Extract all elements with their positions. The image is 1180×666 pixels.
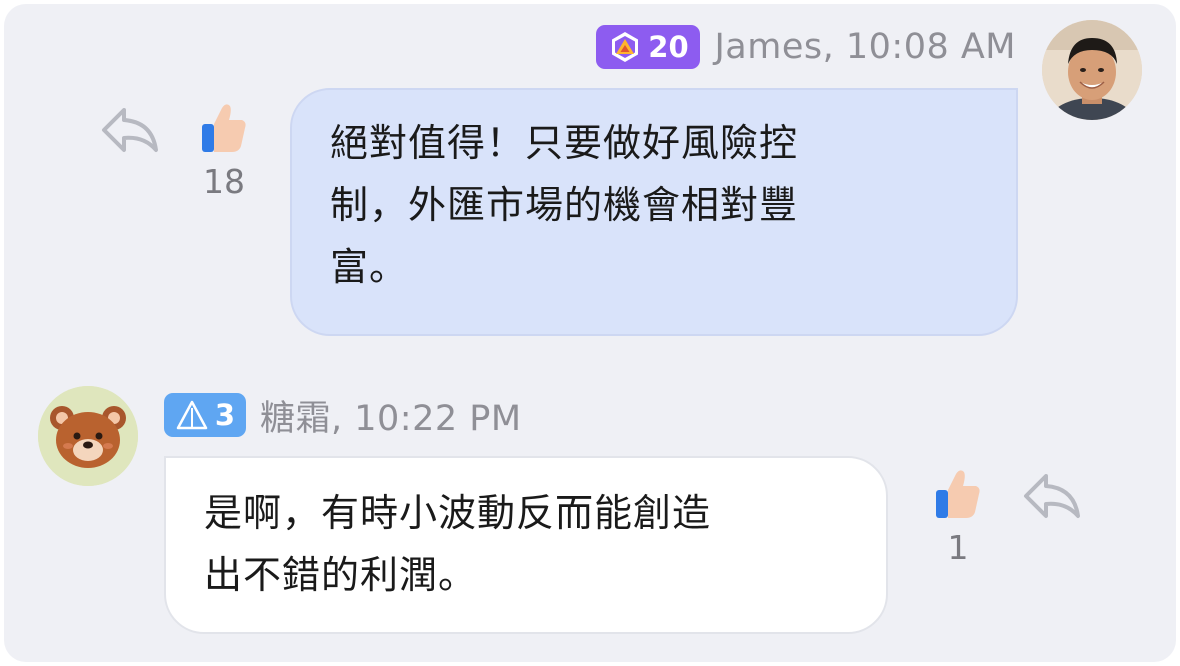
- james-avatar[interactable]: [1042, 20, 1142, 120]
- chat-panel: 20 James, 10:08 AM 18 絕對值得！只要做好風險控 制，外匯市…: [4, 4, 1176, 662]
- message-text-line: 是啊，有時小波動反而能創造: [204, 491, 712, 535]
- level-badge[interactable]: 20: [596, 25, 701, 69]
- hexagon-triangle-icon: [608, 30, 642, 64]
- like-reaction[interactable]: 1: [928, 468, 988, 567]
- james-message-header: 20 James, 10:08 AM: [596, 24, 1016, 70]
- triangle-icon: [175, 398, 209, 432]
- tangshuang-avatar[interactable]: [38, 386, 138, 486]
- message-text-line: 出不錯的利潤。: [204, 553, 478, 597]
- like-count: 18: [203, 162, 245, 201]
- like-reaction[interactable]: 18: [194, 102, 254, 201]
- sender-name-time: 糖霜, 10:22 PM: [260, 398, 522, 439]
- message-bubble[interactable]: 是啊，有時小波動反而能創造 出不錯的利潤。: [164, 456, 888, 634]
- thumbs-up-icon: [202, 104, 246, 152]
- message-text-line: 制，外匯市場的機會相對豐: [330, 183, 799, 227]
- sender-name-time: James, 10:08 AM: [714, 27, 1016, 67]
- message-text-line: 絕對值得！只要做好風險控: [330, 121, 799, 165]
- reply-arrow-icon[interactable]: [1022, 470, 1082, 522]
- level-badge[interactable]: 3: [164, 393, 246, 437]
- tangshuang-message-header: 3 糖霜, 10:22 PM: [164, 392, 522, 439]
- level-number: 3: [214, 398, 236, 432]
- reply-arrow-icon[interactable]: [100, 104, 160, 156]
- like-count: 1: [947, 528, 969, 567]
- bear-avatar-icon: [38, 386, 138, 486]
- man-photo-avatar-icon: [1042, 20, 1142, 120]
- message-bubble[interactable]: 絕對值得！只要做好風險控 制，外匯市場的機會相對豐 富。: [290, 88, 1018, 336]
- thumbs-up-icon: [936, 470, 980, 518]
- level-number: 20: [648, 30, 689, 64]
- message-text-line: 富。: [330, 245, 409, 289]
